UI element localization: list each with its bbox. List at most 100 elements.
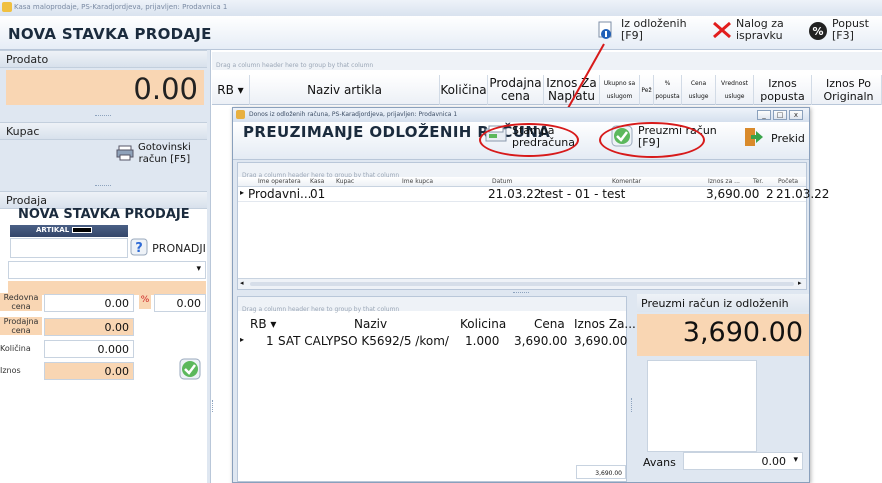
avans-value: 0.00 xyxy=(761,455,787,468)
page-title: NOVA STAVKA PRODAJE xyxy=(8,25,212,43)
col-kupac[interactable]: Kupac xyxy=(336,177,354,187)
col-kolicina[interactable]: Količina xyxy=(440,75,488,105)
cell-iznos: 3,690.00 xyxy=(574,334,628,348)
window-title-bar: Kasa maloprodaje, PS-Karadjordjeva, prij… xyxy=(0,0,882,16)
popust-percent-value[interactable]: 0.00 xyxy=(154,294,206,312)
prodajna-cena-label: Prodajna cena xyxy=(0,317,42,335)
check-icon xyxy=(179,358,201,383)
gotovinski-racun-button[interactable]: Gotovinski račun [F5] xyxy=(116,140,206,168)
cell-pocetak: 21.03.22 xyxy=(776,187,830,201)
kolicina-label: Količina xyxy=(0,344,31,353)
scrollbar-thumb[interactable] xyxy=(250,282,794,286)
prodajna-label-2: cena xyxy=(11,326,31,335)
red-x-icon xyxy=(712,21,731,39)
prodajna-cena-value[interactable]: 0.00 xyxy=(44,318,134,336)
col-naziv-artikla[interactable]: Naziv artikla xyxy=(250,75,440,105)
cell-komentar: test - 01 - test xyxy=(540,187,626,201)
dropdown-select[interactable]: ▾ xyxy=(8,261,206,279)
col-cena[interactable]: Cena xyxy=(534,317,565,331)
summary-header: Preuzmi račun iz odloženih xyxy=(637,294,809,312)
top-grid-header: Ime operatera Kasa Kupac Ime kupca Datum… xyxy=(238,177,806,187)
col-pct-popusta[interactable]: % popusta xyxy=(654,75,682,105)
document-icon xyxy=(597,21,615,39)
gotovinski-label-2: račun [F5] xyxy=(138,154,191,165)
redovna-label-2: cena xyxy=(11,302,31,311)
minimize-button[interactable]: _ xyxy=(757,110,771,120)
kolicina-value[interactable]: 0.000 xyxy=(44,340,134,358)
nalog-za-ispravku-button[interactable]: Nalog za ispravku xyxy=(712,18,784,48)
col-iznos-za[interactable]: Iznos za ... xyxy=(708,177,740,187)
prodato-section-header: Prodato xyxy=(0,50,207,68)
dialog-splitter-grip[interactable] xyxy=(513,292,529,295)
col-prodajna-cena[interactable]: Prodajna cena xyxy=(488,75,544,105)
row-indicator-icon: ▸ xyxy=(240,335,245,344)
col-vrednost-usluge[interactable]: Vrednost usluge xyxy=(716,75,754,105)
iznos-value: 0.00 xyxy=(44,362,134,380)
annotation-ellipse-stampa xyxy=(479,123,579,157)
col-cena-usluge[interactable]: Cena usluge xyxy=(682,75,716,105)
redovna-label-1: Redovna xyxy=(3,293,39,302)
popust-button[interactable]: % Popust [F3] xyxy=(808,18,869,48)
cell-iznos: 3,690.00 xyxy=(706,187,760,201)
col-iznos-popusta[interactable]: Iznos popusta xyxy=(754,75,812,105)
pronadji-button[interactable]: ? PRONADJI xyxy=(130,238,206,258)
close-button[interactable]: x xyxy=(789,110,803,120)
cell-ter: 2 xyxy=(766,187,774,201)
maximize-button[interactable]: □ xyxy=(773,110,787,120)
notes-box[interactable] xyxy=(647,360,757,452)
col-komentar[interactable]: Komentar xyxy=(612,177,641,187)
prekid-button[interactable]: Prekid xyxy=(743,126,805,151)
table-row[interactable]: ▸ 1 SAT CALYPSO K5692/5 /kom/ 1.000 3,69… xyxy=(238,334,628,349)
vertical-splitter[interactable] xyxy=(212,400,218,412)
col-iznos-za-bottom[interactable]: Iznos Za... xyxy=(574,317,636,331)
col-rb-bottom[interactable]: RB ▾ xyxy=(250,317,276,331)
col-rb[interactable]: RB ▾ xyxy=(212,75,250,105)
cell-kolicina: 1.000 xyxy=(465,334,500,348)
scroll-right-icon: ▸ xyxy=(798,279,802,287)
col-ter[interactable]: Ter. xyxy=(753,177,763,187)
cell-operater: Prodavni... xyxy=(248,187,312,201)
kupac-label: Kupac xyxy=(6,125,40,138)
confirm-button[interactable] xyxy=(177,357,203,383)
window-title: Kasa maloprodaje, PS-Karadjordjeva, prij… xyxy=(14,3,228,11)
chevron-down-icon: ▾ xyxy=(793,455,798,465)
col-kasa[interactable]: Kasa xyxy=(310,177,324,187)
avans-input[interactable]: 0.00 ▾ xyxy=(683,452,803,470)
percent-badge-icon: % xyxy=(808,21,827,40)
horizontal-scrollbar[interactable]: ◂ ▸ xyxy=(238,278,806,289)
summary-panel: Preuzmi račun iz odloženih 3,690.00 Avan… xyxy=(637,294,809,482)
col-ime-operatera[interactable]: Ime operatera xyxy=(258,177,301,187)
chevron-down-icon: ▾ xyxy=(196,264,201,274)
svg-text:%: % xyxy=(812,25,823,38)
col-pez[interactable]: Pež xyxy=(640,75,654,105)
bottom-group-hint: Drag a column header here to group by th… xyxy=(242,306,400,313)
splitter-grip[interactable] xyxy=(95,115,111,118)
dialog-vertical-splitter[interactable] xyxy=(631,398,635,412)
popust-key: [F3] xyxy=(832,29,854,42)
svg-text:?: ? xyxy=(135,241,143,256)
artikal-header: ARTIKAL xyxy=(10,225,128,237)
splitter-grip-2[interactable] xyxy=(95,185,111,188)
printer-icon xyxy=(116,145,134,164)
col-iznos-po-originalnoj[interactable]: Iznos Po Originaln xyxy=(812,75,882,105)
cell-naziv: SAT CALYPSO K5692/5 /kom/ xyxy=(278,334,449,348)
left-panel: Prodato 0.00 Kupac Gotovinski račun [F5] … xyxy=(0,50,207,483)
col-datum[interactable]: Datum xyxy=(492,177,512,187)
prodato-amount: 0.00 xyxy=(6,70,204,106)
prodajna-label-1: Prodajna xyxy=(3,317,39,326)
col-pocetak[interactable]: Početa xyxy=(778,177,798,187)
bottom-group-panel: Drag a column header here to group by th… xyxy=(238,297,626,313)
table-row[interactable]: ▸ Prodavni... 01 21.03.22 test - 01 - te… xyxy=(238,187,829,202)
annotation-ellipse-preuzmi xyxy=(599,122,705,158)
col-ime-kupca[interactable]: Ime kupca xyxy=(402,177,433,187)
scroll-left-icon: ◂ xyxy=(240,279,244,287)
redovna-cena-value[interactable]: 0.00 xyxy=(44,294,134,312)
odlozeni-racuni-grid: Drag a column header here to group by th… xyxy=(237,162,829,290)
col-naziv[interactable]: Naziv xyxy=(354,317,387,331)
dialog-app-icon xyxy=(236,110,245,119)
col-kolicina-bottom[interactable]: Kolicina xyxy=(460,317,506,331)
artikal-input[interactable] xyxy=(10,238,128,258)
dialog-title-bar: Donos iz odloženih računa, PS-Karadjordj… xyxy=(233,108,809,122)
footer-total: 3,690.00 xyxy=(576,465,626,479)
nalog-label-2: ispravku xyxy=(736,29,783,42)
